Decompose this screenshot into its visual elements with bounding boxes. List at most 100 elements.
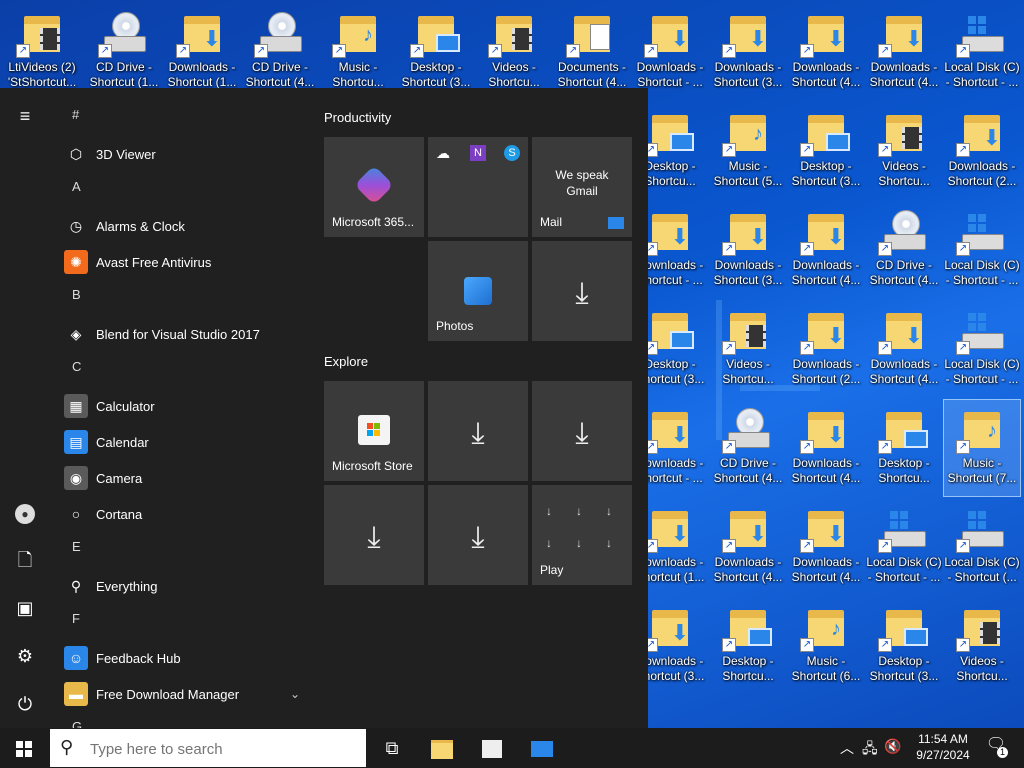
store-taskbar-icon[interactable] — [476, 732, 508, 764]
app-list-letter-header[interactable]: G — [56, 712, 306, 728]
desktop-icon[interactable]: ⬇ ↗ Downloads - Shortcut - ... — [632, 4, 708, 100]
app-list-letter-header[interactable]: # — [56, 100, 306, 136]
app-list-item[interactable]: ◉ Camera — [56, 460, 306, 496]
desktop-icon[interactable]: ⬇ ↗ Downloads - Shortcut (4... — [788, 499, 864, 595]
tile-download-4[interactable]: ⤓ — [324, 485, 424, 585]
downloads-folder-icon: ⬇ ↗ — [722, 10, 772, 58]
desktop-icon[interactable]: ↗ Local Disk (C) - Shortcut (... — [944, 499, 1020, 595]
pictures-icon[interactable]: ▣ — [13, 596, 37, 620]
desktop-icon[interactable]: ⬇ ↗ Downloads - Shortcut (2... — [788, 301, 864, 397]
desktop-icon[interactable]: ♪ ↗ Music - Shortcu... — [320, 4, 396, 100]
download-arrow-icon: ⤓ — [575, 277, 589, 310]
desktop-icon[interactable]: ↗ LtiVideos (2) 'StShortcut... — [4, 4, 80, 100]
desktop-icon[interactable]: ↗ Documents - Shortcut (4... — [554, 4, 630, 100]
tile-label: Microsoft Store — [332, 459, 413, 473]
desktop-icon[interactable]: ⬇ ↗ Downloads - Shortcut (4... — [788, 4, 864, 100]
desktop-icon[interactable]: ↗ CD Drive - Shortcut (4... — [866, 202, 942, 298]
desktop-icon[interactable]: ↗ Desktop - Shortcu... — [866, 400, 942, 496]
tiles-area: Productivity Microsoft 365... ☁ N S We s… — [324, 88, 644, 728]
tile-photos[interactable]: Photos — [428, 241, 528, 341]
mail-taskbar-icon[interactable] — [526, 732, 558, 764]
tile-download-5[interactable]: ⤓ — [428, 485, 528, 585]
desktop-icon[interactable]: ⬇ ↗ Downloads - Shortcut (4... — [788, 202, 864, 298]
desktop-icon[interactable]: ↗ Desktop - Shortcu... — [710, 598, 786, 694]
app-list-item[interactable]: ☺ Feedback Hub — [56, 640, 306, 676]
notifications-button[interactable]: 🗨 1 — [984, 734, 1008, 758]
documents-icon[interactable]: 🗋 — [13, 548, 37, 572]
power-icon[interactable]: ⏻ — [13, 692, 37, 716]
chevron-down-icon[interactable]: ⌄ — [290, 687, 300, 701]
app-list-letter-header[interactable]: F — [56, 604, 306, 640]
desktop-icon[interactable]: ↗ CD Drive - Shortcut (4... — [710, 400, 786, 496]
app-list-letter-header[interactable]: B — [56, 280, 306, 316]
taskbar-search-box[interactable]: ⚲ — [50, 729, 366, 767]
desktop-icon[interactable]: ♪ ↗ Music - Shortcut (5... — [710, 103, 786, 199]
tile-download-1[interactable]: ⤓ — [532, 241, 632, 341]
desktop-icon[interactable]: ↗ Videos - Shortcu... — [866, 103, 942, 199]
app-list-item[interactable]: ○ Cortana — [56, 496, 306, 532]
desktop-icon[interactable]: ♪ ↗ Music - Shortcut (7... — [943, 399, 1021, 497]
desktop-icon[interactable]: ⬇ ↗ Downloads - Shortcut (4... — [866, 4, 942, 100]
desktop-icon[interactable]: ♪ ↗ Music - Shortcut (6... — [788, 598, 864, 694]
desktop-icon[interactable]: ⬇ ↗ Downloads - Shortcut (4... — [710, 499, 786, 595]
app-list-letter-header[interactable]: C — [56, 352, 306, 388]
desktop-icon[interactable]: ↗ Videos - Shortcu... — [944, 598, 1020, 694]
app-list-item[interactable]: ▬ Free Download Manager ⌄ — [56, 676, 306, 712]
shortcut-arrow-icon: ↗ — [956, 638, 970, 652]
local-disk-icon: ↗ — [878, 505, 928, 553]
desktop-icon[interactable]: ⬇ ↗ Downloads - Shortcut (3... — [710, 4, 786, 100]
app-list-item[interactable]: ⬡ 3D Viewer — [56, 136, 306, 172]
shortcut-arrow-icon: ↗ — [16, 44, 30, 58]
desktop-icon[interactable]: ↗ CD Drive - Shortcut (4... — [242, 4, 318, 100]
desktop-icon[interactable]: ↗ Desktop - Shortcut (3... — [788, 103, 864, 199]
app-list-item[interactable]: ⚲ Everything — [56, 568, 306, 604]
app-list-item[interactable]: ◈ Blend for Visual Studio 2017 — [56, 316, 306, 352]
app-list-letter-header[interactable]: E — [56, 532, 306, 568]
chevron-up-icon[interactable]: ︿ — [840, 738, 854, 758]
documents-folder-icon: ↗ — [566, 10, 616, 58]
task-view-button[interactable]: ⧉ — [376, 732, 408, 764]
desktop-icon[interactable]: ⬇ ↗ Downloads - Shortcut (4... — [788, 400, 864, 496]
tile-microsoft-365[interactable]: Microsoft 365... — [324, 137, 424, 237]
tile-office-apps[interactable]: ☁ N S — [428, 137, 528, 237]
desktop-icon[interactable]: ↗ Videos - Shortcu... — [710, 301, 786, 397]
desktop-icon[interactable]: ⬇ ↗ Downloads - Shortcut (3... — [710, 202, 786, 298]
file-explorer-taskbar-icon[interactable] — [426, 732, 458, 764]
tile-download-2[interactable]: ⤓ — [428, 381, 528, 481]
desktop-icon[interactable]: ↗ CD Drive - Shortcut (1... — [86, 4, 162, 100]
desktop-icon[interactable]: ⬇ ↗ Downloads - Shortcut (4... — [866, 301, 942, 397]
app-list-item[interactable]: ▤ Calendar — [56, 424, 306, 460]
tile-microsoft-store[interactable]: Microsoft Store — [324, 381, 424, 481]
downloads-folder-icon: ⬇ ↗ — [956, 109, 1006, 157]
tile-mail[interactable]: We speak Gmail Mail — [532, 137, 632, 237]
shortcut-arrow-icon: ↗ — [800, 539, 814, 553]
clock[interactable]: 11:54 AM 9/27/2024 — [908, 731, 978, 763]
desktop-icon[interactable]: ↗ Local Disk (C) - Shortcut - ... — [944, 301, 1020, 397]
hamburger-icon[interactable]: ≡ — [13, 104, 37, 128]
network-icon[interactable]: 🖧 — [862, 738, 878, 762]
app-label: Free Download Manager — [96, 686, 240, 702]
search-input[interactable] — [88, 737, 352, 761]
shortcut-arrow-icon: ↗ — [722, 44, 736, 58]
tile-download-3[interactable]: ⤓ — [532, 381, 632, 481]
desktop-icon[interactable]: ↗ Desktop - Shortcut (3... — [398, 4, 474, 100]
desktop-icon[interactable]: ↗ Local Disk (C) - Shortcut - ... — [866, 499, 942, 595]
windows-logo-icon — [16, 741, 32, 758]
settings-icon[interactable]: ⚙ — [13, 644, 37, 668]
volume-muted-icon[interactable]: 🔇 — [884, 738, 901, 755]
desktop-icon[interactable]: ↗ Videos - Shortcu... — [476, 4, 552, 100]
tile-play[interactable]: ↓↓↓ ↓↓↓ Play — [532, 485, 632, 585]
app-list-item[interactable]: ✺ Avast Free Antivirus — [56, 244, 306, 280]
start-button[interactable] — [8, 732, 40, 764]
desktop-icon[interactable]: ↗ Local Disk (C) - Shortcut - ... — [944, 4, 1020, 100]
desktop-icon[interactable]: ↗ Local Disk (C) - Shortcut - ... — [944, 202, 1020, 298]
desktop-icon[interactable]: ↗ Desktop - Shortcut (3... — [866, 598, 942, 694]
desktop-icon-label: Music - Shortcut (6... — [791, 654, 861, 683]
desktop-icon[interactable]: ⬇ ↗ Downloads - Shortcut (1... — [164, 4, 240, 100]
app-list-letter-header[interactable]: A — [56, 172, 306, 208]
app-list-item[interactable]: ◷ Alarms & Clock — [56, 208, 306, 244]
desktop-icon[interactable]: ⬇ ↗ Downloads - Shortcut (2... — [944, 103, 1020, 199]
desktop-folder-icon: ↗ — [410, 10, 460, 58]
user-avatar-icon[interactable]: ● — [13, 500, 37, 524]
app-list-item[interactable]: ▦ Calculator — [56, 388, 306, 424]
